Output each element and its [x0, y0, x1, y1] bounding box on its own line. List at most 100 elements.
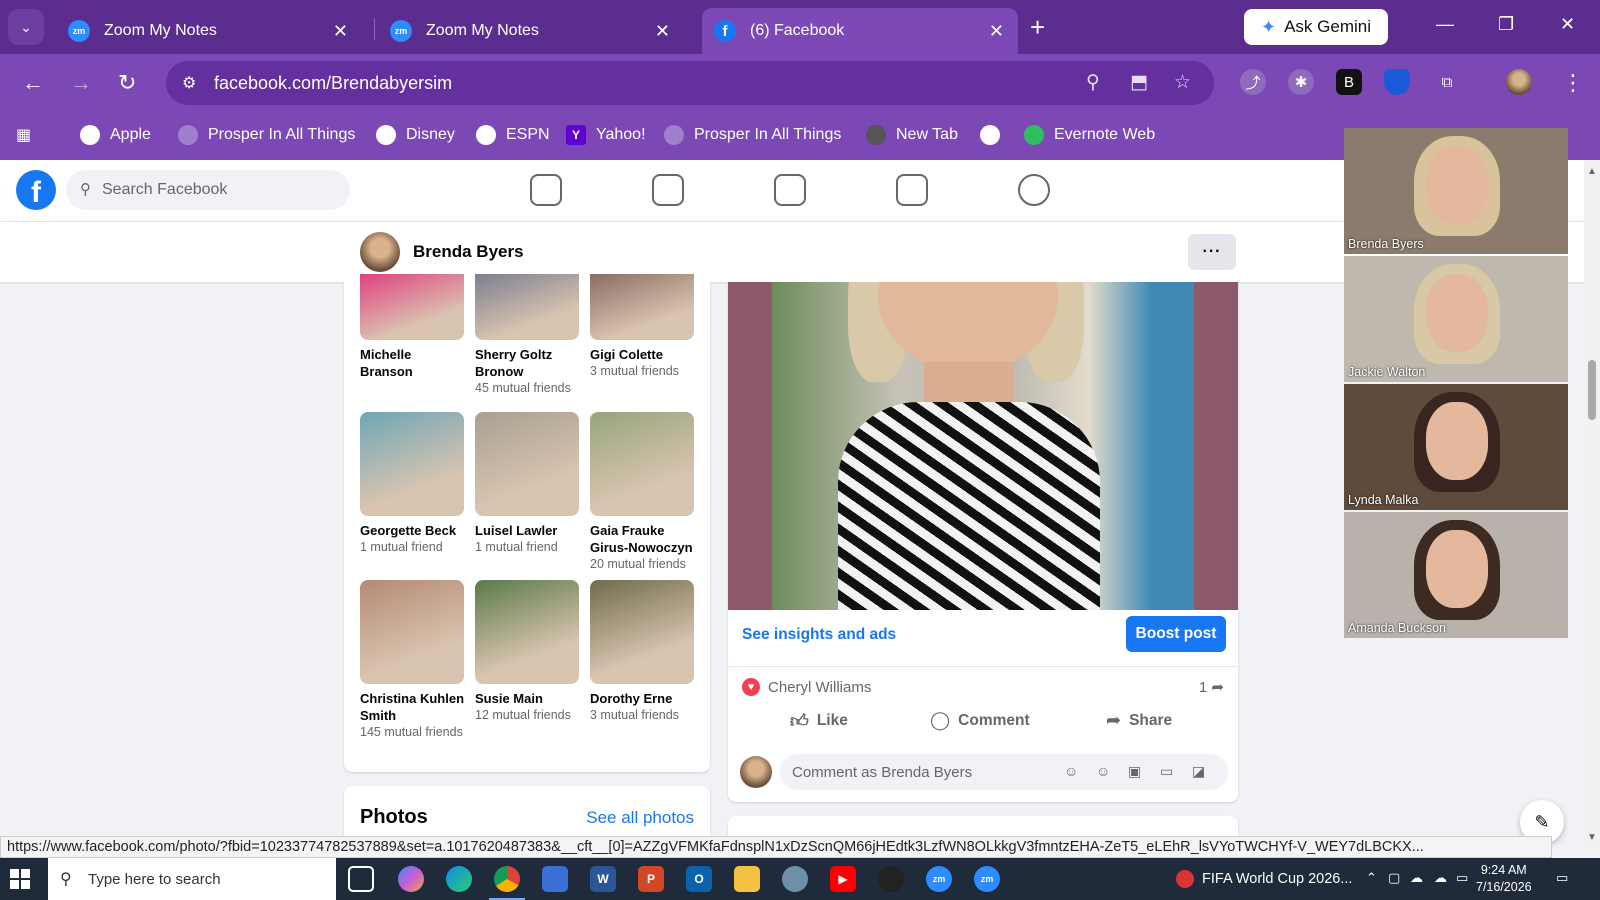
- tab-search-button[interactable]: ⌄: [8, 9, 44, 45]
- menu-kebab-icon[interactable]: ⋮: [1562, 70, 1584, 96]
- profile-name[interactable]: Brenda Byers: [413, 242, 524, 262]
- friend-tile[interactable]: Susie Main 12 mutual friends: [475, 580, 579, 723]
- see-insights-link[interactable]: See insights and ads: [742, 626, 896, 644]
- apps-grid-icon[interactable]: ▦: [16, 125, 31, 145]
- gif-icon[interactable]: ▭: [1160, 763, 1173, 780]
- chrome-icon[interactable]: [494, 866, 520, 892]
- outlook-icon[interactable]: O: [686, 866, 712, 892]
- bookmark-yahoo[interactable]: Y Yahoo!: [566, 125, 646, 145]
- friend-tile[interactable]: Georgette Beck 1 mutual friend: [360, 412, 464, 555]
- avatar[interactable]: [360, 232, 400, 272]
- restore-icon[interactable]: ❐: [1498, 14, 1514, 35]
- bookmark-espn[interactable]: ESPN: [476, 125, 550, 145]
- windows-start-icon[interactable]: [10, 869, 30, 889]
- boost-post-button[interactable]: Boost post: [1126, 616, 1226, 652]
- avatar[interactable]: [740, 756, 772, 788]
- comment-button[interactable]: ◯ Comment: [930, 710, 1030, 731]
- post-photo[interactable]: [728, 282, 1238, 610]
- home-icon[interactable]: [530, 174, 562, 206]
- friend-name[interactable]: Dorothy Erne: [590, 690, 694, 707]
- task-view-icon[interactable]: [348, 866, 374, 892]
- extension-shield-icon[interactable]: [1384, 69, 1410, 95]
- video-icon[interactable]: [774, 174, 806, 206]
- reactions-summary[interactable]: ♥ Cheryl Williams: [742, 678, 871, 696]
- back-icon[interactable]: ←: [22, 70, 44, 96]
- photos-app-icon[interactable]: [782, 866, 808, 892]
- close-icon[interactable]: ✕: [655, 21, 670, 42]
- sticker-icon[interactable]: ◪: [1192, 763, 1205, 780]
- address-bar[interactable]: ⚙ facebook.com/Brendabyersim ⚲ ⬒ ☆: [166, 61, 1214, 105]
- zoom-magnifier-icon[interactable]: ⚲: [1086, 71, 1100, 94]
- bookmark-prosper-2[interactable]: Prosper In All Things: [664, 125, 841, 145]
- friend-name[interactable]: Gigi Colette: [590, 346, 694, 363]
- new-tab-button[interactable]: +: [1030, 12, 1045, 43]
- notifications-icon[interactable]: ▭: [1556, 870, 1568, 886]
- forward-icon[interactable]: →: [70, 70, 92, 96]
- zoom-icon[interactable]: zm: [974, 866, 1000, 892]
- minimize-icon[interactable]: —: [1436, 14, 1454, 35]
- participant-tile[interactable]: Lynda Malka: [1344, 384, 1568, 510]
- friend-name[interactable]: Luisel Lawler: [475, 522, 579, 539]
- zoom-icon[interactable]: zm: [926, 866, 952, 892]
- close-icon[interactable]: ✕: [989, 21, 1004, 42]
- emoji-icon[interactable]: ☺: [1096, 763, 1110, 779]
- bookmark-globe[interactable]: [980, 125, 1010, 145]
- chevron-up-icon[interactable]: ⌃: [1366, 870, 1377, 886]
- dashboard-icon[interactable]: [652, 174, 684, 206]
- scroll-down-icon[interactable]: ▼: [1587, 832, 1597, 843]
- friend-tile[interactable]: Christina Kuhlen Smith 145 mutual friend…: [360, 580, 464, 740]
- friend-tile[interactable]: Gaia Frauke Girus-Nowoczyn 20 mutual fri…: [590, 412, 694, 572]
- facebook-search-input[interactable]: ⚲ Search Facebook: [66, 170, 350, 210]
- friend-tile[interactable]: Luisel Lawler 1 mutual friend: [475, 412, 579, 555]
- taskbar-search-input[interactable]: ⚲ Type here to search: [48, 858, 336, 900]
- tab-zoom-notes-2[interactable]: zm Zoom My Notes ✕: [378, 8, 684, 54]
- youtube-icon[interactable]: ▶: [830, 866, 856, 892]
- tab-zoom-notes-1[interactable]: zm Zoom My Notes ✕: [56, 8, 362, 54]
- share-button[interactable]: ➦ Share: [1106, 710, 1172, 731]
- share-count[interactable]: 1 ➦: [1199, 678, 1224, 696]
- friend-tile[interactable]: Michelle Branson: [360, 274, 464, 380]
- friend-name[interactable]: Michelle Branson: [360, 346, 464, 380]
- marketplace-icon[interactable]: [896, 174, 928, 206]
- friend-name[interactable]: Georgette Beck: [360, 522, 464, 539]
- avatar-sticker-icon[interactable]: ☺: [1064, 763, 1078, 779]
- scrollbar-thumb[interactable]: [1588, 360, 1596, 420]
- extension-b-icon[interactable]: B: [1336, 69, 1362, 95]
- see-all-photos-link[interactable]: See all photos: [586, 808, 694, 828]
- reload-icon[interactable]: ↻: [118, 70, 136, 96]
- close-icon[interactable]: ✕: [333, 21, 348, 42]
- profile-avatar[interactable]: [1506, 69, 1532, 95]
- bookmark-new-tab[interactable]: New Tab: [866, 125, 958, 145]
- news-widget[interactable]: FIFA World Cup 2026...: [1176, 870, 1352, 888]
- bookmark-star-icon[interactable]: ☆: [1174, 71, 1191, 94]
- page-scrollbar[interactable]: ▲ ▼: [1584, 160, 1600, 850]
- friend-name[interactable]: Susie Main: [475, 690, 579, 707]
- groups-icon[interactable]: [1018, 174, 1050, 206]
- battery-icon[interactable]: ▭: [1456, 870, 1468, 886]
- powerpoint-icon[interactable]: P: [638, 866, 664, 892]
- edge-icon[interactable]: [446, 866, 472, 892]
- more-options-button[interactable]: ···: [1188, 234, 1236, 270]
- comment-input[interactable]: Comment as Brenda Byers ☺ ☺ ▣ ▭ ◪: [780, 754, 1228, 790]
- ask-gemini-button[interactable]: ✦ Ask Gemini: [1244, 9, 1388, 45]
- participant-tile[interactable]: Jackie Walton: [1344, 256, 1568, 382]
- camera-icon[interactable]: ▣: [1128, 763, 1141, 780]
- app-icon[interactable]: [878, 866, 904, 892]
- friend-name[interactable]: Gaia Frauke Girus-Nowoczyn: [590, 522, 694, 556]
- facebook-logo[interactable]: f: [16, 170, 56, 210]
- file-explorer-icon[interactable]: [734, 866, 760, 892]
- like-button[interactable]: 👍︎ Like: [790, 710, 848, 732]
- friend-tile[interactable]: Dorothy Erne 3 mutual friends: [590, 580, 694, 723]
- friend-name[interactable]: Christina Kuhlen Smith: [360, 690, 464, 724]
- participant-tile[interactable]: Amanda Buckson: [1344, 512, 1568, 638]
- window-close-icon[interactable]: ✕: [1560, 14, 1575, 35]
- tab-facebook[interactable]: f (6) Facebook ✕: [702, 8, 1018, 54]
- install-app-icon[interactable]: ⬒: [1130, 71, 1148, 94]
- network-icon[interactable]: ▢: [1388, 870, 1400, 886]
- bookmark-apple[interactable]: Apple: [80, 125, 151, 145]
- scroll-up-icon[interactable]: ▲: [1587, 166, 1597, 177]
- bookmark-evernote[interactable]: Evernote Web: [1024, 125, 1155, 145]
- site-info-icon[interactable]: ⚙: [182, 73, 196, 93]
- participant-tile[interactable]: Brenda Byers: [1344, 128, 1568, 254]
- friend-tile[interactable]: Gigi Colette 3 mutual friends: [590, 274, 694, 379]
